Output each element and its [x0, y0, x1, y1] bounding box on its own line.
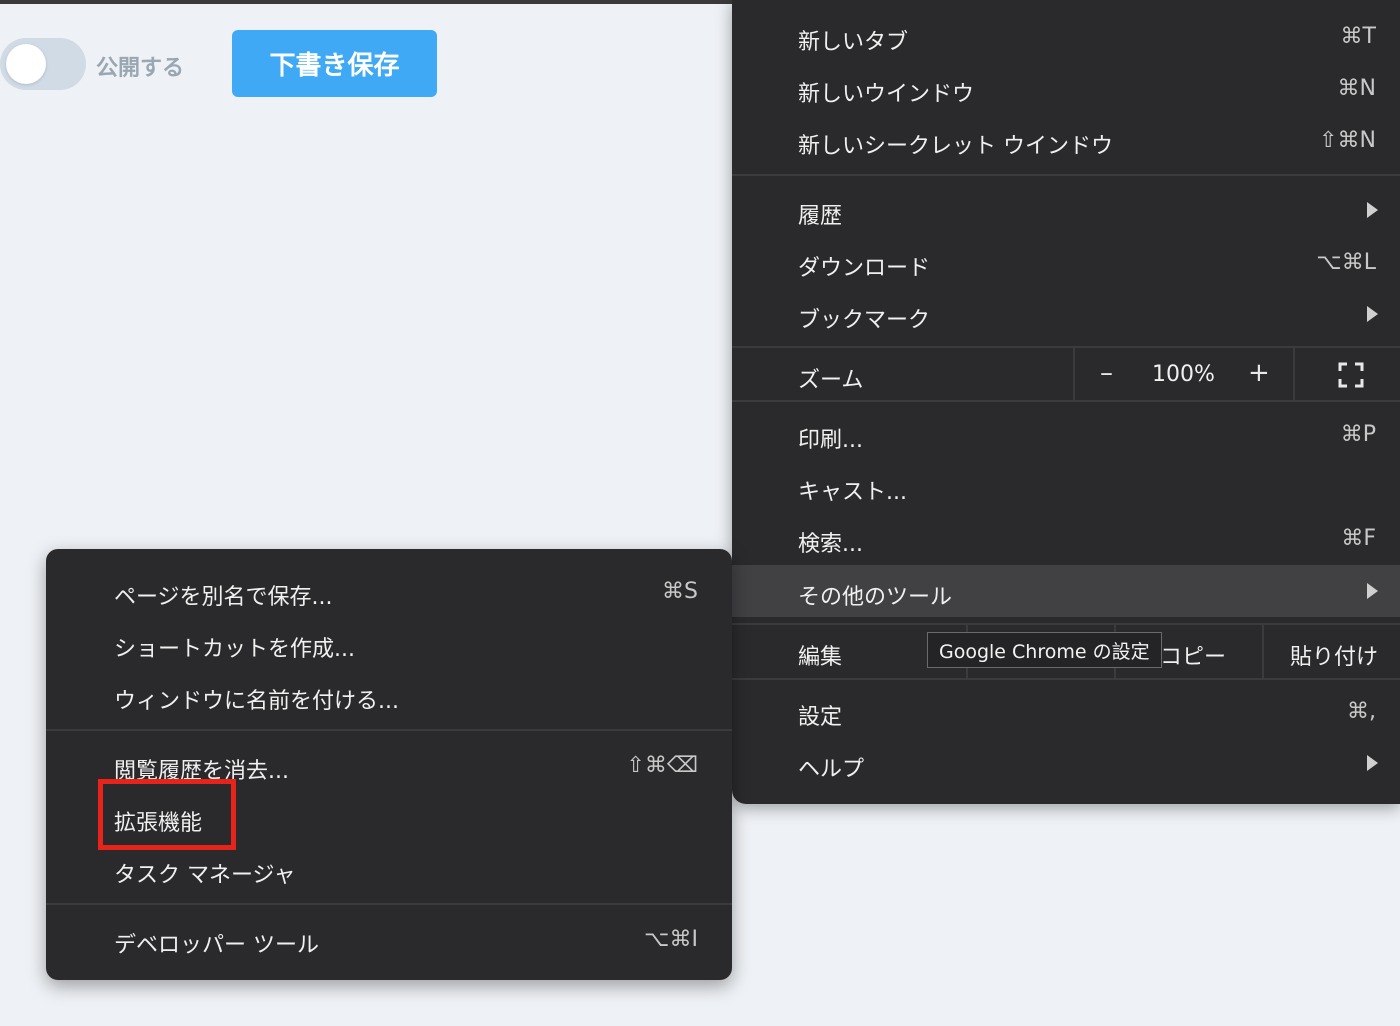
toggle-knob: [6, 44, 46, 84]
menu-item-help[interactable]: ヘルプ: [732, 737, 1400, 789]
menu-item-new-tab[interactable]: 新しいタブ ⌘T: [732, 10, 1400, 62]
zoom-label: ズーム: [798, 368, 864, 393]
submenu-arrow-icon: [1367, 306, 1378, 322]
menu-item-find[interactable]: 検索... ⌘F: [732, 512, 1400, 564]
zoom-divider: [1293, 348, 1295, 401]
submenu-item-label: デベロッパー ツール: [114, 933, 319, 958]
zoom-divider: [1073, 348, 1075, 401]
menu-separator: [732, 678, 1400, 680]
publish-toggle[interactable]: [0, 38, 86, 90]
menu-item-cast[interactable]: キャスト...: [732, 460, 1400, 512]
menu-item-label: ヘルプ: [798, 757, 865, 782]
menu-item-downloads[interactable]: ダウンロード ⌥⌘L: [732, 236, 1400, 288]
copy-button[interactable]: コピー: [1160, 639, 1226, 671]
edit-divider: [1262, 625, 1264, 678]
menu-item-label: キャスト...: [798, 480, 907, 505]
submenu-arrow-icon: [1367, 583, 1378, 599]
menu-item-label: 新しいシークレット ウインドウ: [798, 134, 1113, 159]
submenu-item-developer-tools[interactable]: デベロッパー ツール ⌥⌘I: [46, 913, 732, 965]
submenu-arrow-icon: [1367, 202, 1378, 218]
submenu-item-shortcut: ⇧⌘⌫: [626, 753, 698, 778]
menu-item-new-window[interactable]: 新しいウインドウ ⌘N: [732, 62, 1400, 114]
menu-item-shortcut: ⌘T: [1340, 24, 1376, 49]
submenu-item-task-manager[interactable]: タスク マネージャ: [46, 843, 732, 895]
menu-item-history[interactable]: 履歴: [732, 184, 1400, 236]
menu-item-shortcut: ⌘,: [1347, 699, 1376, 724]
submenu-item-label: タスク マネージャ: [114, 863, 296, 888]
menu-item-shortcut: ⌘N: [1337, 76, 1376, 101]
menu-item-label: その他のツール: [798, 585, 953, 610]
menu-item-label: 新しいタブ: [798, 30, 909, 55]
publish-toggle-label: 公開する: [96, 56, 185, 81]
menu-item-label: ダウンロード: [798, 256, 931, 281]
fullscreen-icon[interactable]: [1338, 362, 1364, 388]
zoom-row: ズーム – 100% +: [732, 348, 1400, 401]
zoom-out-button[interactable]: –: [1100, 358, 1113, 388]
submenu-item-label: 閲覧履歴を消去...: [114, 759, 289, 784]
menu-item-settings[interactable]: 設定 ⌘,: [732, 685, 1400, 737]
menu-item-label: ブックマーク: [798, 308, 931, 333]
submenu-item-shortcut: ⌥⌘I: [644, 927, 698, 952]
menu-item-label: 検索...: [798, 532, 863, 557]
submenu-item-label: 拡張機能: [114, 811, 203, 836]
menu-item-more-tools[interactable]: その他のツール: [732, 565, 1400, 617]
more-tools-submenu: ページを別名で保存... ⌘S ショートカットを作成... ウィンドウに名前を付…: [46, 549, 732, 980]
menu-item-shortcut: ⌘F: [1341, 526, 1376, 551]
menu-item-print[interactable]: 印刷... ⌘P: [732, 408, 1400, 460]
zoom-level: 100%: [1152, 362, 1215, 387]
submenu-arrow-icon: [1367, 755, 1378, 771]
submenu-item-save-page-as[interactable]: ページを別名で保存... ⌘S: [46, 565, 732, 617]
submenu-separator: [46, 903, 732, 905]
menu-separator: [732, 400, 1400, 402]
save-draft-button[interactable]: 下書き保存: [232, 30, 437, 97]
menu-item-shortcut: ⌥⌘L: [1316, 250, 1376, 275]
paste-button[interactable]: 貼り付け: [1290, 639, 1378, 671]
chrome-main-menu: 新しいタブ ⌘T 新しいウインドウ ⌘N 新しいシークレット ウインドウ ⇧⌘N…: [732, 0, 1400, 804]
submenu-item-label: ページを別名で保存...: [114, 585, 333, 610]
submenu-item-name-window[interactable]: ウィンドウに名前を付ける...: [46, 669, 732, 721]
submenu-item-label: ウィンドウに名前を付ける...: [114, 689, 399, 714]
submenu-item-extensions[interactable]: 拡張機能: [46, 791, 732, 843]
edit-label: 編集: [798, 645, 843, 670]
menu-item-bookmarks[interactable]: ブックマーク: [732, 288, 1400, 340]
menu-item-label: 設定: [798, 705, 843, 730]
menu-item-label: 履歴: [798, 204, 843, 229]
submenu-separator: [46, 729, 732, 731]
menu-item-label: 印刷...: [798, 428, 863, 453]
submenu-item-create-shortcut[interactable]: ショートカットを作成...: [46, 617, 732, 669]
menu-item-new-incognito-window[interactable]: 新しいシークレット ウインドウ ⇧⌘N: [732, 114, 1400, 166]
menu-item-label: 新しいウインドウ: [798, 82, 975, 107]
menu-separator: [732, 174, 1400, 176]
menu-item-shortcut: ⌘P: [1340, 422, 1376, 447]
menu-item-shortcut: ⇧⌘N: [1319, 128, 1376, 153]
submenu-item-clear-browsing-data[interactable]: 閲覧履歴を消去... ⇧⌘⌫: [46, 739, 732, 791]
submenu-item-label: ショートカットを作成...: [114, 637, 355, 662]
settings-tooltip: Google Chrome の設定: [927, 632, 1162, 668]
zoom-in-button[interactable]: +: [1248, 358, 1270, 388]
submenu-item-shortcut: ⌘S: [662, 579, 698, 604]
